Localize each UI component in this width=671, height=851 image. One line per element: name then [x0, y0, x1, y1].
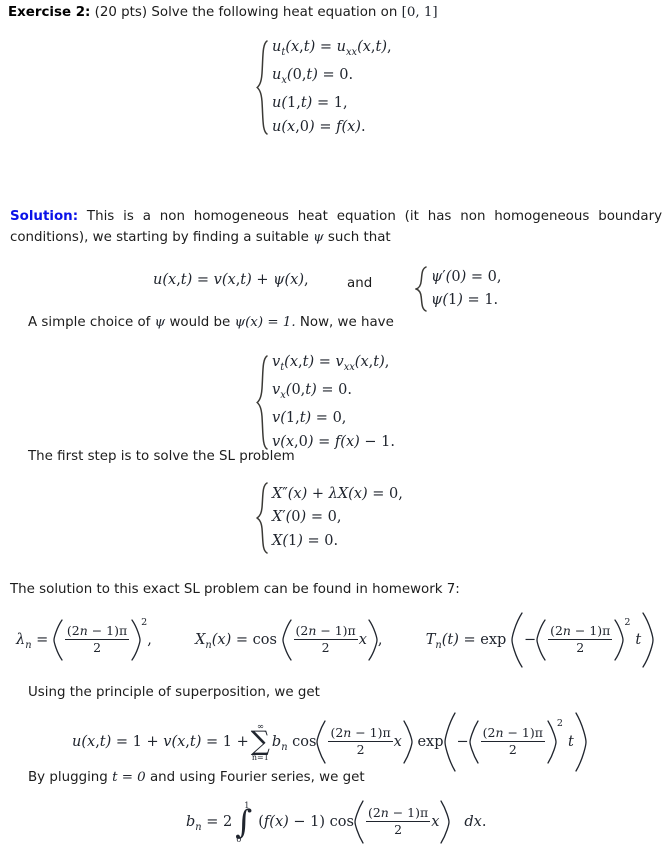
eigenfunction-expression: Xn(x) = cos (2n − 1)π 2 x , — [195, 619, 387, 661]
big-left-paren-icon — [469, 720, 480, 764]
exercise-prompt: (20 pts) Solve the following heat equati… — [94, 5, 398, 20]
interval-range: [0, 1] — [401, 5, 438, 20]
left-brace-icon — [256, 40, 269, 135]
big-right-paren-icon — [546, 720, 557, 764]
and-connector: and — [347, 276, 373, 291]
summation-operator: ∞ ∑ n=1 — [250, 721, 270, 762]
solution-intro-tail: such that — [327, 229, 391, 245]
big-right-paren-icon — [439, 800, 451, 844]
transformed-v-system: vt(x,t) = vxx(x,t), vx(0,t) = 0. v(1,t) … — [256, 354, 395, 454]
cos-argument-fraction: (2n − 1)π 2 — [328, 724, 393, 757]
sturm-liouville-problem: X″(x) + λX(x) = 0, X′(0) = 0, X(1) = 0. — [256, 482, 403, 558]
superposition-solution: u(x,t) = 1 + v(x,t) = 1 + ∞ ∑ n=1 bn cos (2n… — [72, 712, 587, 772]
equation-row: ψ′(0) = 0, — [431, 268, 502, 285]
eigenvalue-eigenfunction-line: λn = (2n − 1)π 2 2, Xn(x) = cos (2n − 1)π… — [16, 612, 654, 668]
equation-row: u(x,0) = f(x). — [272, 118, 366, 135]
time-factor-fraction: (2n − 1)π 2 — [548, 622, 613, 655]
substitution-equation: u(x,t) = v(x,t) + ψ(x), — [153, 272, 309, 288]
big-right-paren-outer-icon — [574, 712, 587, 772]
psi-choice-paragraph: A simple choice of ψ would be ψ(x) = 1. … — [28, 313, 394, 334]
exercise-header: Exercise 2: (20 pts) Solve the following… — [8, 3, 663, 24]
big-left-paren-icon — [281, 619, 293, 661]
superposition-expression: u(x,t) = 1 + v(x,t) = 1 + ∞ ∑ n=1 bn cos (2n… — [72, 712, 587, 772]
psi-choice-equation: ψ(x) = 1. — [234, 315, 296, 330]
big-left-paren-icon — [53, 619, 64, 661]
equation-row: ut(x,t) = uxx(x,t), — [272, 38, 392, 58]
big-right-paren-icon — [402, 720, 413, 764]
equation-row: vt(x,t) = vxx(x,t), — [272, 353, 390, 373]
psi-symbol: ψ — [154, 315, 166, 330]
fourier-intro-equation: t = 0 — [112, 770, 146, 785]
equation-row: X′(0) = 0, — [272, 509, 342, 526]
big-right-paren-outer-icon — [641, 612, 654, 668]
original-heat-equation-system: ut(x,t) = uxx(x,t), ux(0,t) = 0. u(1,t) … — [256, 39, 392, 139]
big-left-paren-outer-icon — [443, 712, 457, 772]
document-page: Exercise 2: (20 pts) Solve the following… — [0, 0, 671, 851]
fourier-coefficient-expression: bn = 2 1 ∫ 0 (f(x) − 1) cos (2n − 1)π 2 x dx. — [186, 799, 487, 845]
big-left-paren-icon — [354, 800, 365, 844]
psi-boundary-conditions: ψ′(0) = 0, ψ(1) = 1. — [415, 266, 501, 316]
equation-row: ψ(1) = 1. — [431, 292, 499, 308]
equation-row: X″(x) + λX(x) = 0, — [272, 485, 403, 502]
fourier-intro-pre: By plugging — [28, 770, 108, 785]
psi-choice-pre: A simple choice of — [28, 315, 151, 330]
superposition-intro: Using the principle of superposition, we… — [28, 685, 320, 700]
time-factor-expression: Tn(t) = exp − (2n − 1)π 2 2t — [426, 612, 655, 668]
equation-row: ux(0,t) = 0. — [272, 67, 354, 86]
big-right-paren-icon — [130, 619, 141, 661]
big-left-paren-outer-icon — [511, 612, 524, 668]
equation-row: X(1) = 0. — [272, 532, 339, 549]
equation-row: v(1,t) = 0, — [272, 410, 347, 427]
fourier-intro-tail: and using Fourier series, we get — [149, 770, 365, 785]
exercise-label: Exercise 2: — [8, 5, 91, 20]
big-left-paren-icon — [536, 619, 547, 661]
fourier-intro-paragraph: By plugging t = 0 and using Fourier seri… — [28, 768, 365, 789]
equation-row: vx(0,t) = 0. — [272, 382, 352, 401]
left-brace-icon — [256, 355, 269, 450]
sl-problem-intro: The first step is to solve the SL proble… — [28, 449, 295, 464]
psi-choice-mid: would be — [169, 315, 231, 330]
integral-operator: 1 ∫ 0 — [235, 799, 253, 845]
solution-intro-paragraph: Solution: This is a non homogeneous heat… — [10, 207, 662, 248]
fourier-coefficient-formula: bn = 2 1 ∫ 0 (f(x) − 1) cos (2n − 1)π 2 x dx. — [186, 800, 486, 844]
left-brace-icon — [415, 266, 428, 312]
psi-symbol: ψ — [313, 229, 324, 245]
left-brace-icon — [256, 482, 269, 554]
exp-argument-fraction: (2n − 1)π 2 — [480, 724, 545, 757]
eigenvalue-expression: λn = (2n − 1)π 2 2, — [16, 617, 156, 661]
psi-choice-tail: Now, we have — [299, 315, 394, 330]
solution-label: Solution: — [10, 209, 79, 224]
big-right-paren-icon — [613, 619, 624, 661]
eigenfunction-fraction: (2n − 1)π 2 — [293, 622, 358, 655]
equation-row: u(1,t) = 1, — [272, 95, 348, 112]
sl-solution-reference: The solution to this exact SL problem ca… — [10, 582, 460, 597]
cos-argument-fraction: (2n − 1)π 2 — [365, 804, 431, 837]
eigenvalue-fraction: (2n − 1)π 2 — [64, 622, 130, 655]
big-right-paren-icon — [367, 619, 378, 661]
substitution-expression: u(x,t) = v(x,t) + ψ(x), — [153, 272, 309, 288]
big-left-paren-icon — [316, 720, 327, 764]
